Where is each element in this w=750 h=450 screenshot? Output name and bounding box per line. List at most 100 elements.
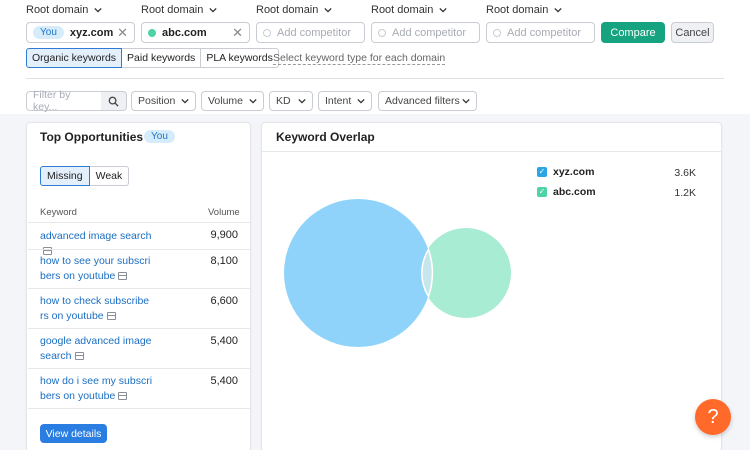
filter-by-keyword-input[interactable]: Filter by key... (26, 89, 102, 113)
keyword-text-cont: bers on youtube (40, 390, 116, 402)
legend-value: 1.2K (674, 187, 696, 199)
keyword-link[interactable]: how to see your subscri bers on youtube (40, 254, 160, 284)
missing-weak-toggle: Missing Weak (40, 166, 130, 186)
tab-weak[interactable]: Weak (89, 166, 130, 186)
keyword-type-selector: Organic keywords Paid keywords PLA keywo… (26, 48, 279, 68)
tab-organic-keywords[interactable]: Organic keywords (26, 48, 123, 68)
intent-dropdown[interactable]: Intent (318, 91, 372, 111)
tab-missing[interactable]: Missing (40, 166, 90, 186)
keyword-text-cont: bers on youtube (40, 270, 116, 282)
chevron-down-icon (298, 98, 306, 104)
keyword-link[interactable]: how do i see my subscri bers on youtube (40, 374, 160, 404)
you-badge: You (144, 130, 175, 143)
keyword-type-hint[interactable]: Select keyword type for each domain (273, 52, 446, 65)
volume-value: 5,400 (210, 335, 238, 347)
panel-divider (262, 151, 721, 152)
kd-dropdown[interactable]: KD (269, 91, 313, 111)
keyword-text: advanced image search (40, 230, 152, 242)
search-icon (108, 96, 119, 107)
domain-input-competitor-3[interactable]: Add competitor (371, 22, 480, 43)
serp-icon[interactable] (74, 352, 84, 360)
empty-dot-icon (378, 28, 386, 37)
checkbox-icon[interactable]: ✓ (537, 187, 547, 197)
volume-value: 5,400 (210, 375, 238, 387)
root-domain-label: Root domain (486, 4, 549, 16)
position-dropdown[interactable]: Position (131, 91, 196, 111)
root-domain-label: Root domain (26, 4, 89, 16)
advanced-filters-dropdown[interactable]: Advanced filters (378, 91, 477, 111)
row-divider (28, 408, 250, 409)
root-domain-label: Root domain (141, 4, 204, 16)
domain-input-competitor-4[interactable]: Add competitor (486, 22, 595, 43)
keyword-link[interactable]: google advanced image search (40, 334, 160, 364)
volume-label: Volume (208, 95, 244, 107)
keyword-text: how do i see my subscri (40, 375, 153, 387)
compare-button[interactable]: Compare (601, 22, 665, 43)
view-details-button[interactable]: View details (40, 424, 107, 443)
intent-label: Intent (325, 95, 352, 107)
keyword-text: how to check subscribe (40, 295, 150, 307)
root-domain-dropdown-4[interactable]: Root domain (371, 4, 448, 16)
checkbox-icon[interactable]: ✓ (537, 167, 547, 177)
add-competitor-placeholder: Add competitor (392, 26, 466, 39)
clear-icon[interactable]: ✕ (117, 26, 128, 39)
chevron-down-icon (181, 98, 189, 104)
tab-pla-keywords[interactable]: PLA keywords (201, 48, 279, 68)
advanced-filters-label: Advanced filters (385, 95, 460, 107)
tab-paid-keywords[interactable]: Paid keywords (122, 48, 202, 68)
keyword-overlap-title: Keyword Overlap (276, 130, 375, 144)
domain-input-competitor-2[interactable]: Add competitor (256, 22, 365, 43)
keyword-text: how to see your subscri (40, 255, 151, 267)
legend-name: abc.com (553, 186, 596, 198)
legend-value: 3.6K (674, 167, 696, 179)
domain-input-you[interactable]: You xyz.com ✕ (26, 22, 135, 43)
keyword-text: google advanced image (40, 335, 152, 347)
domain-value: xyz.com (69, 26, 114, 39)
root-domain-dropdown-5[interactable]: Root domain (486, 4, 563, 16)
position-label: Position (138, 95, 176, 107)
legend-item-xyz[interactable]: ✓ xyz.com (537, 166, 594, 178)
add-competitor-placeholder: Add competitor (277, 26, 351, 39)
cancel-button[interactable]: Cancel (671, 22, 714, 43)
help-button[interactable]: ? (695, 399, 731, 435)
domain-value: abc.com (162, 26, 207, 39)
row-divider (28, 288, 250, 289)
search-button[interactable] (101, 91, 127, 111)
chevron-down-icon (554, 7, 563, 13)
volume-value: 8,100 (210, 255, 238, 267)
row-divider (28, 328, 250, 329)
venn-circle-abc[interactable] (421, 228, 511, 318)
volume-value: 9,900 (210, 229, 238, 241)
serp-icon[interactable] (118, 392, 128, 400)
chevron-down-icon (357, 98, 365, 104)
row-divider (28, 249, 250, 250)
divider (26, 78, 724, 79)
volume-dropdown[interactable]: Volume (201, 91, 264, 111)
legend-item-abc[interactable]: ✓ abc.com (537, 186, 596, 198)
root-domain-dropdown-2[interactable]: Root domain (141, 4, 218, 16)
root-domain-dropdown-3[interactable]: Root domain (256, 4, 333, 16)
venn-diagram (284, 199, 511, 347)
clear-icon[interactable]: ✕ (232, 26, 243, 39)
volume-column-header: Volume (208, 207, 240, 218)
row-divider (28, 222, 250, 223)
empty-dot-icon (263, 28, 271, 37)
kd-label: KD (276, 95, 291, 107)
chevron-down-icon (462, 98, 470, 104)
serp-icon[interactable] (118, 272, 128, 280)
keyword-column-header: Keyword (40, 207, 77, 218)
root-domain-label: Root domain (371, 4, 434, 16)
serp-icon[interactable] (106, 312, 116, 320)
you-badge: You (33, 26, 64, 39)
chevron-down-icon (439, 7, 448, 13)
venn-circle-xyz[interactable] (284, 199, 432, 347)
chevron-down-icon (94, 7, 103, 13)
chevron-down-icon (249, 98, 257, 104)
filter-placeholder: Filter by key... (33, 89, 71, 113)
keyword-link[interactable]: how to check subscribe rs on youtube (40, 294, 160, 324)
domain-input-competitor-1[interactable]: abc.com ✕ (141, 22, 250, 43)
top-opportunities-title: Top Opportunities (40, 130, 144, 144)
add-competitor-placeholder: Add competitor (507, 26, 581, 39)
empty-dot-icon (493, 28, 501, 37)
root-domain-dropdown-1[interactable]: Root domain (26, 4, 103, 16)
